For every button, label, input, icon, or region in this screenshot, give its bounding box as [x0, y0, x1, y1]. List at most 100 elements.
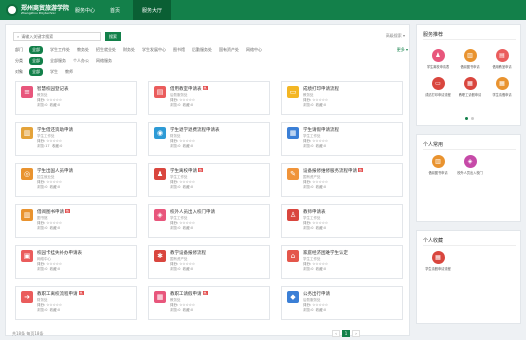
service-card[interactable]: ♙ 教师申请表 学生工作处 评分: ☆☆☆☆☆ 浏览:0 收藏:0 [281, 204, 403, 238]
service-card[interactable]: ▤ 借用教室申请表热后勤服务处 评分: ☆☆☆☆☆ 浏览:0 收藏:0 [148, 81, 270, 115]
service-title[interactable]: 教师申请表 [303, 209, 326, 215]
service-title[interactable]: 教学设备报修流程 [170, 250, 206, 256]
filter-more-link[interactable]: 更多 ▾ [397, 47, 408, 53]
search-box[interactable]: ⌕ [13, 32, 101, 41]
views-count: 0 [311, 308, 314, 312]
service-title-text: 学生出国人员申请 [37, 169, 73, 174]
app-shortcut[interactable]: ▭ 成绩打印申请流程 [423, 77, 453, 97]
panel-title: 服务推荐 [423, 32, 444, 38]
service-stats: 浏览:0 收藏:0 [170, 103, 193, 108]
carousel-dot[interactable] [471, 117, 474, 120]
service-title[interactable]: 学生退学退费流程申请表 [170, 127, 220, 133]
filter-option[interactable]: 招生就业处 [96, 47, 116, 53]
service-title-text: 学生借还资助申请 [37, 128, 73, 133]
service-card[interactable]: ≡ 智慧校园登记表 教务处 评分: ☆☆☆☆☆ 浏览:0 收藏:0 [15, 81, 137, 115]
teacher-icon: ♙ [287, 209, 299, 221]
fav-count: 0 [190, 308, 194, 312]
app-shortcut[interactable]: ◈ 校外人员出入校门 [455, 155, 485, 175]
service-card[interactable]: ✱ 教学设备报修流程 国有资产处 评分: ☆☆☆☆☆ 浏览:0 收藏:0 [148, 245, 270, 279]
service-card[interactable]: ▦ 教职工请假申请热教务处 评分: ☆☆☆☆☆ 浏览:0 收藏:0 [148, 286, 270, 320]
service-card[interactable]: ▣ 校园卡挂失补办申请表 网络中心 评分: ☆☆☆☆☆ 浏览:0 收藏:0 [15, 245, 137, 279]
service-card[interactable]: ◎ 学生出国人员申请 招生就业处 评分: ☆☆☆☆☆ 浏览:0 收藏:0 [15, 163, 137, 197]
service-card[interactable]: ◆ 公务出行申请 后勤服务处 评分: ☆☆☆☆☆ 浏览:0 收藏:0 [281, 286, 403, 320]
app-shortcut[interactable]: ▦ 教职工请假申请 [455, 77, 485, 97]
filter-option[interactable]: 全部 [29, 45, 43, 54]
service-card[interactable]: ➜ 教职工离校流程申请热财务处 评分: ☆☆☆☆☆ 浏览:0 收藏:0 [15, 286, 137, 320]
school-logo[interactable]: 郑州商贸旅游学院 Zhengzhou Polytechnic [6, 4, 69, 16]
gear-icon: ✱ [154, 250, 166, 262]
service-stats: 浏览:0 收藏:0 [170, 308, 193, 313]
carousel-dot[interactable] [465, 117, 468, 120]
filter-option[interactable]: 全部服务 [50, 58, 66, 64]
prev-page-button[interactable]: ‹ [332, 330, 340, 337]
service-title[interactable]: 借用教室申请表热 [170, 86, 208, 92]
service-card[interactable]: ◈ 校外人员出入校门申请 学生工作处 评分: ☆☆☆☆☆ 浏览:0 收藏:0 [148, 204, 270, 238]
service-card[interactable]: ◉ 学生退学退费流程申请表 财务处 评分: ☆☆☆☆☆ 浏览:0 收藏:0 [148, 122, 270, 156]
filter-option[interactable]: 全部 [29, 67, 43, 76]
filter-option[interactable]: 网络中心 [246, 47, 262, 53]
fav-count: 0 [57, 226, 61, 230]
service-title[interactable]: 校外人员出入校门申请 [170, 209, 215, 215]
service-title-text: 智慧校园登记表 [37, 87, 69, 92]
service-card[interactable]: ▥ 借阅图书申请热图书馆 评分: ☆☆☆☆☆ 浏览:0 收藏:0 [15, 204, 137, 238]
service-title[interactable]: 教职工离校流程申请热 [37, 291, 84, 297]
nav-tab-home[interactable]: 首页 [101, 0, 129, 20]
service-title[interactable]: 校园卡挂失补办申请表 [37, 250, 82, 256]
app-shortcut[interactable]: ▥ 借阅图书申请 [455, 49, 485, 69]
advanced-search-link[interactable]: 高级搜索 ▾ [386, 33, 405, 39]
app-shortcut[interactable]: ▦ 学生请假申请流程 [423, 251, 453, 271]
service-title[interactable]: 家庭经济困难学生认定 [303, 250, 348, 256]
nav-tab-service-hall[interactable]: 服务大厅 [133, 0, 172, 20]
filter-option[interactable]: 学生工作处 [50, 47, 70, 53]
app-shortcut[interactable]: ▥ 借阅图书申请 [423, 155, 453, 175]
service-title[interactable]: 教职工请假申请热 [170, 291, 208, 297]
filter-option[interactable]: 图书馆 [173, 47, 185, 53]
filter-option[interactable]: 个人办公 [73, 58, 89, 64]
views-count: 0 [311, 103, 314, 107]
fav-count: 0 [190, 267, 194, 271]
fav-label: 收藏: [182, 267, 191, 271]
page-button-current[interactable]: 1 [342, 330, 350, 337]
service-title[interactable]: 借阅图书申请热 [37, 209, 71, 215]
service-card[interactable]: ▥ 学生借还资助申请 学生工作处 评分: ☆☆☆☆☆ 浏览:17 收藏:0 [15, 122, 137, 156]
badge-icon: ◈ [154, 209, 166, 221]
views-label: 浏览: [303, 144, 312, 148]
filter-option[interactable]: 网络服务 [96, 58, 112, 64]
service-title[interactable]: 学生离校申请热 [170, 168, 204, 174]
filter-option[interactable]: 教师 [65, 69, 73, 75]
filter-option[interactable]: 后勤服务处 [192, 47, 212, 53]
app-shortcut[interactable]: ▦ 学生请假申请 [487, 77, 517, 97]
service-title[interactable]: 学生请假申请流程 [303, 127, 339, 133]
views-label: 浏览: [303, 226, 312, 230]
service-card[interactable]: ▭ 成绩打印申请流程 教务处 评分: ☆☆☆☆☆ 浏览:0 收藏:0 [281, 81, 403, 115]
search-button[interactable]: 搜索 [105, 32, 121, 41]
fav-count: 0 [60, 144, 63, 148]
views-count: 0 [178, 226, 181, 230]
fav-label: 收藏: [182, 308, 191, 312]
filter-option[interactable]: 全部 [29, 56, 43, 65]
app-shortcut[interactable]: ♟ 学生离校申请表 [423, 49, 453, 69]
filter-option[interactable]: 学生 [50, 69, 58, 75]
filter-option[interactable]: 教务处 [77, 47, 89, 53]
app-label: 校外人员出入校门 [457, 171, 483, 175]
service-title[interactable]: 公务出行申请 [303, 291, 330, 297]
service-title[interactable]: 设备报修维修服务流程申请热 [303, 168, 364, 174]
service-title[interactable]: 成绩打印申请流程 [303, 86, 339, 92]
service-card[interactable]: ✎ 设备报修维修服务流程申请热国有资产处 评分: ☆☆☆☆☆ 浏览:0 收藏:0 [281, 163, 403, 197]
hot-badge: 热 [202, 291, 208, 295]
service-title[interactable]: 学生出国人员申请 [37, 168, 73, 174]
service-title[interactable]: 智慧校园登记表 [37, 86, 69, 92]
search-input[interactable] [21, 34, 98, 39]
service-card[interactable]: ♟ 学生离校申请热学生工作处 评分: ☆☆☆☆☆ 浏览:0 收藏:0 [148, 163, 270, 197]
views-count: 0 [178, 103, 181, 107]
filter-option[interactable]: 学生发展中心 [142, 47, 166, 53]
service-card[interactable]: ⌂ 家庭经济困难学生认定 学生工作处 评分: ☆☆☆☆☆ 浏览:0 收藏:0 [281, 245, 403, 279]
service-title[interactable]: 学生借还资助申请 [37, 127, 73, 133]
views-label: 浏览: [303, 185, 312, 189]
filter-option[interactable]: 财务处 [123, 47, 135, 53]
clipboard-icon: ▦ [495, 77, 509, 90]
service-card[interactable]: ▦ 学生请假申请流程 学生工作处 评分: ☆☆☆☆☆ 浏览:0 收藏:0 [281, 122, 403, 156]
filter-option[interactable]: 国有资产处 [219, 47, 239, 53]
next-page-button[interactable]: › [352, 330, 360, 337]
app-shortcut[interactable]: ▤ 借用教室申请 [487, 49, 517, 69]
